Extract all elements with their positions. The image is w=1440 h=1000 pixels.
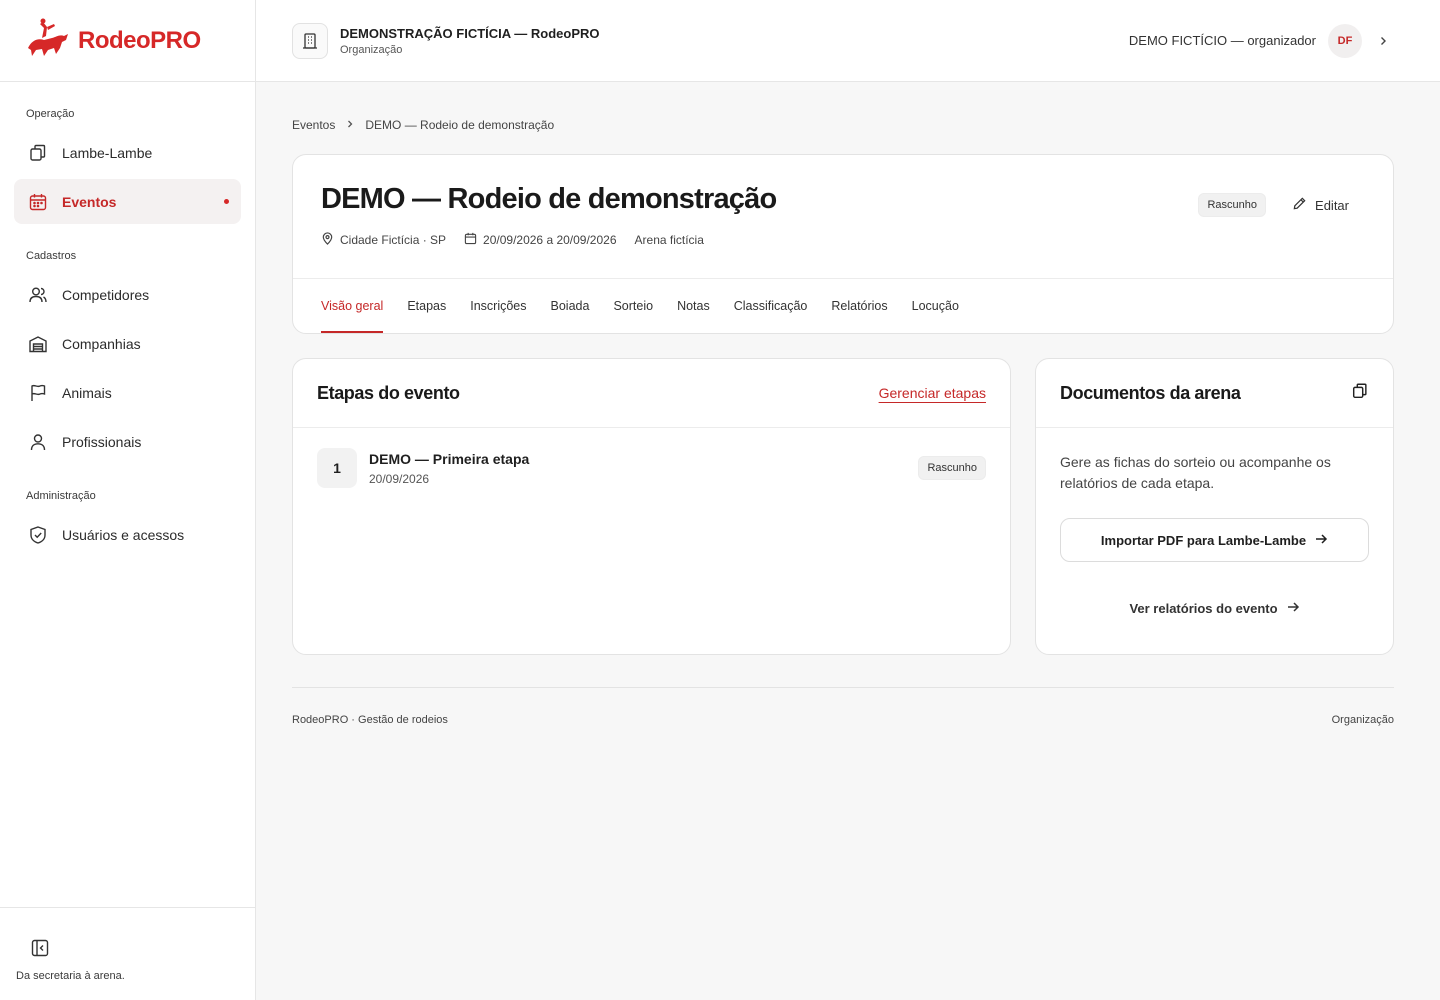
building-icon [292, 22, 328, 59]
sidebar-item-profissionais[interactable]: Profissionais [14, 419, 241, 464]
event-arena: Arena fictícia [634, 233, 704, 247]
nav-section-administracao: Administração [26, 490, 96, 502]
map-pin-icon [321, 232, 334, 248]
stage-date: 20/09/2026 [369, 471, 430, 486]
sidebar-item-label: Lambe-Lambe [62, 144, 153, 161]
sidebar-item-label: Competidores [62, 286, 150, 303]
sidebar-item-lambe-lambe[interactable]: Lambe-Lambe [14, 130, 241, 175]
sidebar-item-competidores[interactable]: Competidores [14, 272, 241, 317]
user-name: DEMO FICTÍCIO — organizador [1128, 33, 1316, 48]
nav-section-operacao: Operação [26, 108, 75, 120]
arrow-right-icon [1286, 600, 1300, 617]
brand-name: RodeoPRO [78, 26, 201, 54]
breadcrumb-eventos-link[interactable]: Eventos [292, 118, 335, 132]
main-area: DEMONSTRAÇÃO FICTÍCIA — RodeoPRO Organiz… [256, 0, 1440, 1000]
import-pdf-button[interactable]: Importar PDF para Lambe-Lambe [1060, 518, 1369, 562]
sidebar-tagline: Da secretaria à arena. [16, 970, 125, 982]
tab-inscricoes[interactable]: Inscrições [470, 279, 526, 333]
docs-card-title: Documentos da arena [1060, 382, 1241, 403]
event-tabs: Visão geral Etapas Inscrições Boiada Sor… [293, 279, 1393, 333]
tab-etapas[interactable]: Etapas [407, 279, 446, 333]
page-title: DEMO — Rodeio de demonstração [321, 183, 777, 215]
avatar: DF [1328, 23, 1362, 58]
arrow-right-icon [1314, 532, 1328, 549]
event-location: Cidade Fictícia · SP [340, 233, 447, 247]
flag-icon [28, 383, 48, 403]
sidebar: RodeoPRO Operação Lambe-Lambe Eventos Ca… [0, 0, 256, 1000]
tab-relatorios[interactable]: Relatórios [831, 279, 887, 333]
view-reports-button[interactable]: Ver relatórios do evento [1060, 586, 1369, 630]
sidebar-item-label: Usuários e acessos [62, 526, 185, 543]
copy-icon [1351, 382, 1369, 405]
sidebar-item-label: Companhias [62, 335, 141, 352]
page-content: Eventos DEMO — Rodeio de demonstração DE… [256, 82, 1440, 726]
pencil-icon [1292, 196, 1307, 214]
organization-switcher[interactable]: DEMONSTRAÇÃO FICTÍCIA — RodeoPRO Organiz… [292, 22, 600, 59]
shield-icon [28, 525, 48, 545]
organization-subtitle: Organização [340, 43, 403, 56]
docs-description: Gere as fichas do sorteio ou acompanhe o… [1060, 454, 1331, 491]
footer-right: Organização [1331, 714, 1394, 726]
sidebar-item-label: Eventos [62, 193, 117, 210]
topbar: DEMONSTRAÇÃO FICTÍCIA — RodeoPRO Organiz… [256, 0, 1440, 82]
tab-locucao[interactable]: Locução [912, 279, 959, 333]
tab-classificacao[interactable]: Classificação [734, 279, 808, 333]
list-item[interactable]: 1 DEMO — Primeira etapa 20/09/2026 Rascu… [293, 428, 1010, 488]
import-pdf-label: Importar PDF para Lambe-Lambe [1100, 532, 1307, 548]
bull-rider-logo-icon [24, 18, 70, 63]
event-meta: Cidade Fictícia · SP 20/09/2026 a 20/09/… [321, 232, 1349, 248]
active-indicator-dot [224, 199, 229, 204]
view-reports-label: Ver relatórios do evento [1129, 600, 1278, 616]
chevron-right-icon [345, 118, 355, 132]
status-badge: Rascunho [918, 456, 986, 480]
page-footer: RodeoPRO · Gestão de rodeios Organização [292, 687, 1394, 726]
copy-icon [28, 143, 48, 163]
tab-sorteio[interactable]: Sorteio [613, 279, 653, 333]
user-menu[interactable]: DEMO FICTÍCIO — organizador DF [1128, 23, 1392, 58]
organization-name: DEMONSTRAÇÃO FICTÍCIA — RodeoPRO [340, 25, 600, 41]
users-icon [28, 285, 48, 305]
collapse-sidebar-icon[interactable] [28, 936, 52, 960]
nav-section-cadastros: Cadastros [26, 250, 77, 262]
warehouse-icon [28, 334, 48, 354]
event-header-card: DEMO — Rodeio de demonstração Cidade Fic… [292, 154, 1394, 334]
logo[interactable]: RodeoPRO [0, 0, 255, 82]
footer-left: RodeoPRO · Gestão de rodeios [292, 714, 448, 726]
calendar-icon [464, 232, 477, 248]
breadcrumb: Eventos DEMO — Rodeio de demonstração [292, 116, 1394, 134]
stage-number: 1 [317, 448, 357, 488]
sidebar-footer: Da secretaria à arena. [0, 907, 255, 1000]
sidebar-item-label: Profissionais [62, 433, 142, 450]
tab-visao-geral[interactable]: Visão geral [321, 279, 384, 333]
sidebar-item-usuarios[interactable]: Usuários e acessos [14, 512, 241, 557]
user-icon [28, 432, 48, 452]
sidebar-item-animais[interactable]: Animais [14, 370, 241, 415]
arena-documents-card: Documentos da arena Gere as fichas do so… [1035, 358, 1394, 655]
sidebar-item-companhias[interactable]: Companhias [14, 321, 241, 366]
stages-card-title: Etapas do evento [317, 382, 460, 403]
edit-button[interactable]: Editar [1292, 196, 1349, 214]
status-badge: Rascunho [1198, 193, 1267, 217]
tab-boiada[interactable]: Boiada [551, 279, 590, 333]
chevron-right-icon [1374, 32, 1392, 50]
stage-name: DEMO — Primeira etapa [369, 450, 530, 467]
sidebar-item-eventos[interactable]: Eventos [14, 179, 241, 224]
tab-notas[interactable]: Notas [677, 279, 710, 333]
edit-button-label: Editar [1315, 197, 1349, 213]
sidebar-item-label: Animais [62, 384, 112, 401]
breadcrumb-current: DEMO — Rodeio de demonstração [365, 118, 555, 132]
manage-stages-link[interactable]: Gerenciar etapas [879, 385, 986, 401]
event-dates: 20/09/2026 a 20/09/2026 [483, 233, 617, 247]
calendar-icon [28, 192, 48, 212]
stages-card: Etapas do evento Gerenciar etapas 1 DEMO… [292, 358, 1011, 655]
